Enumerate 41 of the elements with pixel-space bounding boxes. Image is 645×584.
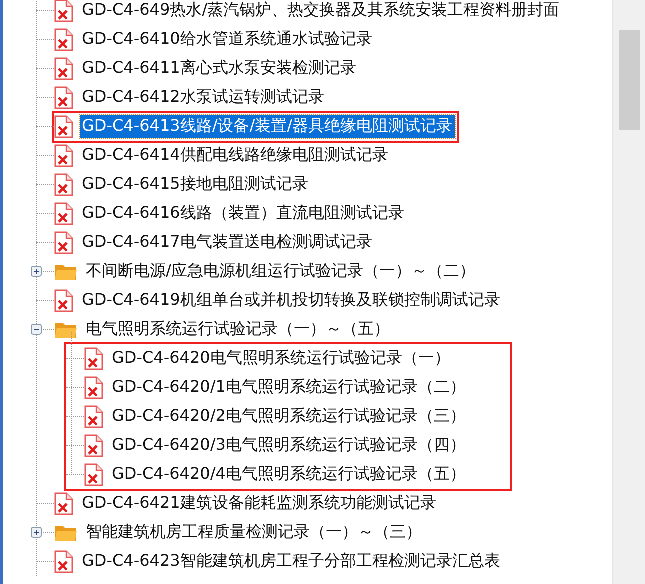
tree-item[interactable]: GD-C4-6410给水管道系统通水试验记录 [80, 28, 374, 51]
tree-item[interactable]: GD-C4-6420电气照明系统运行试验记录（一） [110, 347, 452, 370]
document-icon [84, 404, 104, 428]
tree-item[interactable]: 电气照明系统运行试验记录（一）～（五） [84, 318, 392, 341]
document-icon [54, 144, 74, 168]
tree-item[interactable]: GD-C4-6415接地电阻测试记录 [80, 173, 310, 196]
document-icon [54, 550, 74, 574]
document-icon [54, 86, 74, 110]
tree-item[interactable]: GD-C4-6420/4电气照明系统运行试验记录（五） [110, 463, 468, 486]
scrollbar-thumb[interactable] [618, 30, 640, 130]
tree-item[interactable]: GD-C4-6412水泵试运转测试记录 [80, 86, 326, 109]
document-icon [54, 230, 74, 254]
tree-item[interactable]: GD-C4-6419机组单台或并机投切转换及联锁控制调试记录 [80, 289, 502, 312]
tree-item[interactable]: GD-C4-6420/2电气照明系统运行试验记录（三） [110, 405, 468, 428]
tree-item[interactable]: GD-C4-6420/3电气照明系统运行试验记录（四） [110, 434, 468, 457]
document-icon [84, 462, 104, 486]
tree-item[interactable]: GD-C4-6413线路/设备/装置/器具绝缘电阻测试记录 [80, 115, 455, 138]
document-icon [84, 434, 104, 458]
document-icon [84, 376, 104, 400]
tree-item[interactable]: 不间断电源/应急电源机组运行试验记录（一）～（二） [84, 260, 478, 283]
document-icon [54, 288, 74, 312]
tree-item[interactable]: 智能建筑机房工程质量检测记录（一）～（三） [84, 521, 424, 544]
document-icon [54, 114, 74, 138]
expand-toggle[interactable] [31, 527, 42, 538]
tree-item[interactable]: GD-C4-6411离心式水泵安装检测记录 [80, 57, 358, 80]
document-icon [54, 492, 74, 516]
document-icon [54, 202, 74, 226]
tree-item[interactable]: GD-C4-6416线路（装置）直流电阻测试记录 [80, 202, 406, 225]
expand-toggle[interactable] [31, 266, 42, 277]
tree-item[interactable]: GD-C4-649热水/蒸汽锅炉、热交换器及其系统安装工程资料册封面 [80, 0, 562, 22]
tree-item[interactable]: GD-C4-6414供配电线路绝缘电阻测试记录 [80, 144, 390, 167]
tree-item[interactable]: GD-C4-6417电气装置送电检测调试记录 [80, 231, 374, 254]
document-icon [84, 346, 104, 370]
document-icon [54, 56, 74, 80]
document-icon [54, 172, 74, 196]
collapse-toggle[interactable] [31, 324, 42, 335]
tree-item[interactable]: GD-C4-6420/1电气照明系统运行试验记录（二） [110, 376, 468, 399]
scrollbar[interactable] [612, 0, 645, 584]
tree-item[interactable]: GD-C4-6421建筑设备能耗监测系统功能测试记录 [80, 492, 438, 515]
tree-item[interactable]: GD-C4-6423智能建筑机房工程子分部工程检测记录汇总表 [80, 550, 502, 573]
document-icon [54, 28, 74, 52]
